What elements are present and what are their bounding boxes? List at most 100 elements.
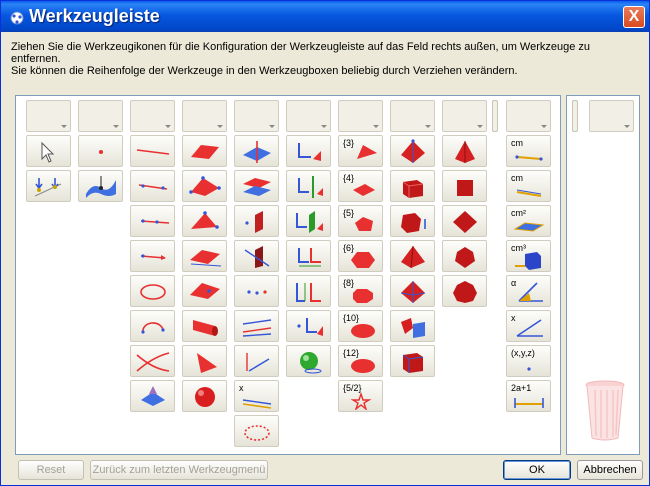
volume-tool[interactable]: cm³ <box>506 240 551 272</box>
tool-column-8 <box>390 100 437 380</box>
reset-button[interactable]: Reset <box>18 460 84 480</box>
toolbox-separator[interactable] <box>492 100 498 132</box>
polygon-5-tool[interactable]: {5} <box>338 205 383 237</box>
ok-button[interactable]: OK <box>503 460 571 480</box>
parallel-planes-tool[interactable] <box>234 170 279 202</box>
polygon-10-tool[interactable]: {10} <box>338 310 383 342</box>
sphere-tool[interactable] <box>182 380 227 412</box>
title-bar[interactable]: Werkzeugleiste X <box>1 1 649 32</box>
points-tool[interactable] <box>234 275 279 307</box>
toolbox-header[interactable] <box>390 100 435 132</box>
cube-outline-tool[interactable] <box>390 345 435 377</box>
shape-tool[interactable] <box>130 380 175 412</box>
cylinder-tool[interactable] <box>182 310 227 342</box>
volume-icon <box>515 252 541 270</box>
toolbox-header[interactable] <box>234 100 279 132</box>
icosahedron-tool[interactable] <box>442 275 487 307</box>
net-tool[interactable] <box>390 310 435 342</box>
tool-column-7: {3} {4} {5} {6} {8} {10} {12} {5/2} <box>338 100 385 415</box>
close-button[interactable]: X <box>623 6 645 28</box>
toolbox-header[interactable] <box>78 100 123 132</box>
ray-tool[interactable] <box>130 205 175 237</box>
expression-tool[interactable]: 2a+1 <box>506 380 551 412</box>
cancel-button[interactable]: Abbrechen <box>577 460 643 480</box>
trash-icon <box>585 380 625 441</box>
point-icon <box>99 150 103 154</box>
intersection-curve-tool[interactable] <box>130 345 175 377</box>
length-tool[interactable]: cm <box>506 170 551 202</box>
angle-tool[interactable]: α <box>506 275 551 307</box>
remove-tools-panel[interactable] <box>566 95 640 455</box>
axes-tool-1[interactable] <box>286 135 331 167</box>
toolbox-header[interactable] <box>338 100 383 132</box>
measure-vector-tool[interactable]: x <box>234 380 279 412</box>
axes-tool-3[interactable] <box>286 205 331 237</box>
parallel-lines-tool[interactable] <box>234 310 279 342</box>
arc-tool[interactable] <box>130 310 175 342</box>
polygon-6-tool[interactable]: {6} <box>338 240 383 272</box>
axes-tool-5[interactable] <box>286 275 331 307</box>
dodecahedron-tool[interactable] <box>442 240 487 272</box>
segment-icon <box>138 184 168 190</box>
area-tool[interactable]: cm² <box>506 205 551 237</box>
plane-three-points-tool[interactable] <box>182 170 227 202</box>
circle-tool[interactable] <box>130 275 175 307</box>
back-to-last-menu-button[interactable]: Zurück zum letzten Werkzeugmenü <box>90 460 268 480</box>
slider-icon <box>514 398 544 408</box>
polygon-12-tool[interactable]: {12} <box>338 345 383 377</box>
toolbox-header[interactable] <box>442 100 487 132</box>
polygon-4-tool[interactable]: {4} <box>338 170 383 202</box>
segment-tool[interactable] <box>130 170 175 202</box>
tool-column-1 <box>26 100 73 205</box>
rotate-view-tool[interactable] <box>26 170 71 202</box>
axes-tool-4[interactable] <box>286 240 331 272</box>
remove-panel-separator[interactable] <box>572 100 578 132</box>
octahedron-solid-tool[interactable] <box>442 205 487 237</box>
slope-tool[interactable]: x <box>506 310 551 342</box>
toolbox-header[interactable] <box>182 100 227 132</box>
plane-tool[interactable] <box>182 135 227 167</box>
window-title: Werkzeugleiste <box>29 6 160 26</box>
prism-tool[interactable] <box>390 205 435 237</box>
sphere-point-tool[interactable] <box>286 345 331 377</box>
move-tool[interactable] <box>26 135 71 167</box>
dotted-circle-icon <box>244 425 270 441</box>
tetrahedron-tool[interactable] <box>390 135 435 167</box>
octahedron-tool[interactable] <box>390 275 435 307</box>
polygon-3-tool[interactable]: {3} <box>338 135 383 167</box>
toolbox-header[interactable] <box>130 100 175 132</box>
toolbox-header[interactable] <box>286 100 331 132</box>
arc-icon <box>141 322 165 334</box>
angle-lines-tool[interactable] <box>234 345 279 377</box>
plane-perpendicular-tool[interactable] <box>234 240 279 272</box>
line-tool[interactable] <box>130 135 175 167</box>
app-icon <box>10 11 24 25</box>
tool-column-6 <box>286 100 333 380</box>
axes-tool-2[interactable] <box>286 170 331 202</box>
coordinates-tool[interactable]: (x,y,z) <box>506 345 551 377</box>
arrow-cursor-icon <box>41 141 55 163</box>
point-tool[interactable] <box>78 135 123 167</box>
perpendicular-line-tool[interactable] <box>234 135 279 167</box>
cone-tool[interactable] <box>182 345 227 377</box>
polygon-8-tool[interactable]: {8} <box>338 275 383 307</box>
plane-point-line-tool[interactable] <box>182 205 227 237</box>
net-icon <box>401 318 425 338</box>
plane-through-point-tool[interactable] <box>234 205 279 237</box>
axes-tool-6[interactable] <box>286 310 331 342</box>
pyramid-solid-tool[interactable] <box>442 135 487 167</box>
vector-tool[interactable] <box>130 240 175 272</box>
prism-icon <box>401 213 426 233</box>
toolbox-header[interactable] <box>506 100 551 132</box>
distance-tool[interactable]: cm <box>506 135 551 167</box>
toolbox-header[interactable] <box>26 100 71 132</box>
circle-dotted-tool[interactable] <box>234 415 279 447</box>
cube-solid-tool[interactable] <box>442 170 487 202</box>
parallel-plane-tool[interactable] <box>182 275 227 307</box>
star-polygon-tool[interactable]: {5/2} <box>338 380 383 412</box>
pyramid-tool[interactable] <box>390 240 435 272</box>
cube-tool[interactable] <box>390 170 435 202</box>
perpendicular-plane-tool[interactable] <box>182 240 227 272</box>
point-on-surface-tool[interactable] <box>78 170 123 202</box>
remove-panel-toolbox[interactable] <box>589 100 634 132</box>
